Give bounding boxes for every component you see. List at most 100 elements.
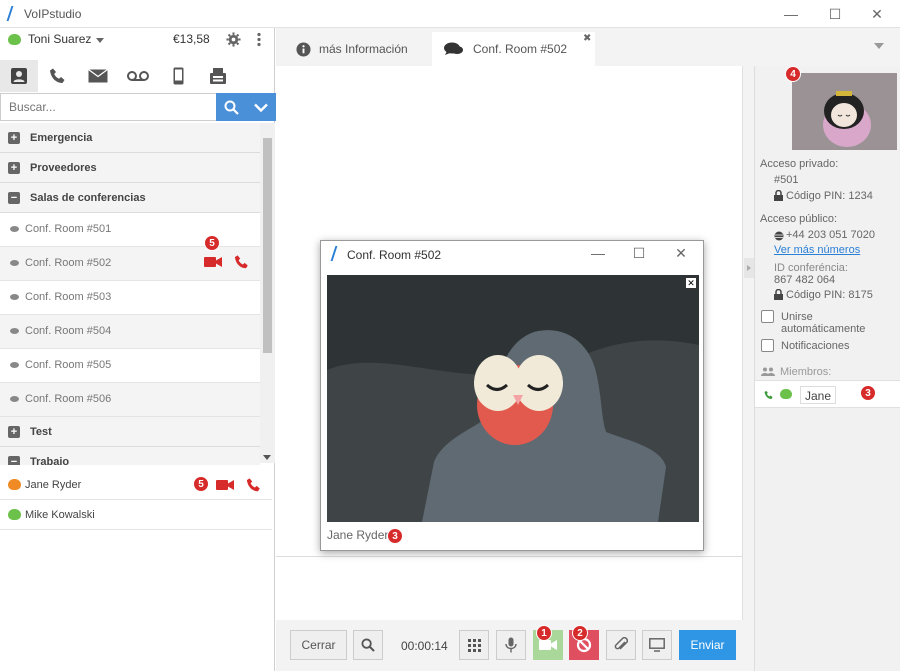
room-label: Conf. Room #504 <box>25 325 112 337</box>
tab-fax[interactable] <box>199 60 237 92</box>
scroll-down-arrow-icon[interactable] <box>263 455 271 460</box>
member-row[interactable]: Jane <box>755 380 900 408</box>
close-tab-icon[interactable]: ✖ <box>583 33 591 44</box>
chevron-right-icon <box>747 265 751 271</box>
video-call-icon[interactable] <box>216 479 234 491</box>
sidebar: Toni Suarez €13,58 Buscar... + Emergenci… <box>0 28 276 671</box>
list-item-room-505[interactable]: Conf. Room #505 <box>0 349 260 383</box>
mobile-icon <box>173 67 183 85</box>
attach-button[interactable] <box>606 630 636 660</box>
scrollbar-thumb[interactable] <box>263 138 272 353</box>
private-room-number: #501 <box>774 174 799 186</box>
list-item-room-501[interactable]: Conf. Room #501 <box>0 213 260 247</box>
list-item-jane-ryder[interactable]: Jane Ryder 5 <box>0 470 272 500</box>
tab-mobile[interactable] <box>159 60 197 92</box>
notifications-checkbox[interactable] <box>761 339 774 352</box>
more-numbers-link[interactable]: Ver más números <box>774 244 860 256</box>
tab-calls[interactable] <box>39 60 77 92</box>
public-access-label: Acceso público: <box>760 213 838 225</box>
info-icon <box>296 41 311 57</box>
user-name[interactable]: Toni Suarez <box>28 32 91 46</box>
minimize-button[interactable]: — <box>583 243 613 263</box>
close-button[interactable]: ✕ <box>666 243 696 263</box>
contact-name: Mike Kowalski <box>25 509 95 521</box>
close-button[interactable]: ✕ <box>862 4 892 24</box>
private-pin: Código PIN: 1234 <box>786 190 873 202</box>
group-trabajo[interactable]: − Trabajo <box>0 447 260 465</box>
tab-more-info[interactable]: más Información <box>296 32 426 66</box>
group-label: Salas de conferencias <box>30 192 146 204</box>
popup-title: Conf. Room #502 <box>347 248 442 262</box>
app-logo-icon <box>6 6 14 21</box>
filter-dropdown-button[interactable] <box>246 93 276 121</box>
close-conversation-button[interactable]: Cerrar <box>290 630 347 660</box>
room-label: Conf. Room #505 <box>25 359 112 371</box>
video-call-icon[interactable] <box>204 256 222 268</box>
group-test[interactable]: + Test <box>0 417 260 447</box>
chevron-down-icon[interactable] <box>96 38 104 43</box>
panel-collapse-handle[interactable] <box>744 258 754 278</box>
paperclip-icon <box>614 637 628 650</box>
group-salas[interactable]: − Salas de conferencias <box>0 183 260 213</box>
search-icon <box>361 638 375 652</box>
title-bar: VoIPstudio — ☐ ✕ <box>0 0 900 28</box>
search-button[interactable] <box>353 630 383 660</box>
search-icon <box>224 100 239 115</box>
screen-share-button[interactable] <box>642 630 672 660</box>
more-vertical-icon[interactable] <box>256 32 262 47</box>
tab-voicemail[interactable] <box>119 60 157 92</box>
voicemail-icon <box>127 71 149 81</box>
group-proveedores[interactable]: + Proveedores <box>0 153 260 183</box>
search-input[interactable] <box>1 94 216 120</box>
call-timer: 00:00:14 <box>401 639 448 653</box>
search-button[interactable] <box>216 93 246 121</box>
maximize-button[interactable]: ☐ <box>820 4 850 24</box>
auto-join-label: Unirse automáticamente <box>781 311 866 335</box>
minimize-button[interactable]: — <box>776 4 806 24</box>
chat-bubble-icon <box>10 294 19 300</box>
fax-icon <box>210 68 226 84</box>
callout-badge-4: 4 <box>785 66 801 82</box>
tab-messages[interactable] <box>79 60 117 92</box>
group-label: Test <box>30 426 52 438</box>
message-input[interactable] <box>276 556 743 620</box>
avatar-photo <box>792 73 897 150</box>
callout-badge-5: 5 <box>204 235 220 251</box>
user-header[interactable]: Toni Suarez €13,58 <box>0 28 275 52</box>
close-video-icon[interactable]: ✕ <box>685 277 697 289</box>
contacts-icon <box>11 68 27 84</box>
dialpad-button[interactable] <box>459 630 489 660</box>
presence-icon <box>8 479 21 490</box>
tab-contacts[interactable] <box>0 60 38 92</box>
call-icon[interactable] <box>246 477 262 493</box>
group-emergencia[interactable]: + Emergencia <box>0 123 260 153</box>
call-icon[interactable] <box>234 254 250 270</box>
chevron-down-icon[interactable] <box>874 43 884 49</box>
gear-icon[interactable] <box>226 32 241 47</box>
lock-icon <box>774 289 783 300</box>
lock-icon <box>774 190 783 201</box>
expand-icon: + <box>8 426 20 438</box>
presence-icon <box>780 389 792 399</box>
tab-label: Conf. Room #502 <box>473 42 568 56</box>
microphone-button[interactable] <box>496 630 526 660</box>
list-item-room-506[interactable]: Conf. Room #506 <box>0 383 260 417</box>
conversation-tabs: más Información Conf. Room #502 ✖ <box>276 28 900 66</box>
send-button[interactable]: Enviar <box>679 630 736 660</box>
tab-conf-room-502[interactable]: Conf. Room #502 <box>432 32 595 66</box>
monitor-icon <box>649 638 665 652</box>
member-name: Jane <box>800 386 837 404</box>
room-label: Conf. Room #501 <box>25 223 112 235</box>
dialpad-icon <box>467 638 481 652</box>
callout-badge-5: 5 <box>193 476 209 492</box>
list-item-room-504[interactable]: Conf. Room #504 <box>0 315 260 349</box>
list-item-room-503[interactable]: Conf. Room #503 <box>0 281 260 315</box>
maximize-button[interactable]: ☐ <box>624 243 654 263</box>
auto-join-checkbox[interactable] <box>761 310 774 323</box>
chat-bubble-icon <box>444 42 463 55</box>
video-popup-window: Conf. Room #502 — ☐ ✕ ✕ Jane Ryder 3 <box>320 240 704 551</box>
expand-icon: + <box>8 132 20 144</box>
list-item-mike-kowalski[interactable]: Mike Kowalski <box>0 500 272 530</box>
microphone-icon <box>505 637 517 653</box>
group-label: Trabajo <box>30 456 70 465</box>
